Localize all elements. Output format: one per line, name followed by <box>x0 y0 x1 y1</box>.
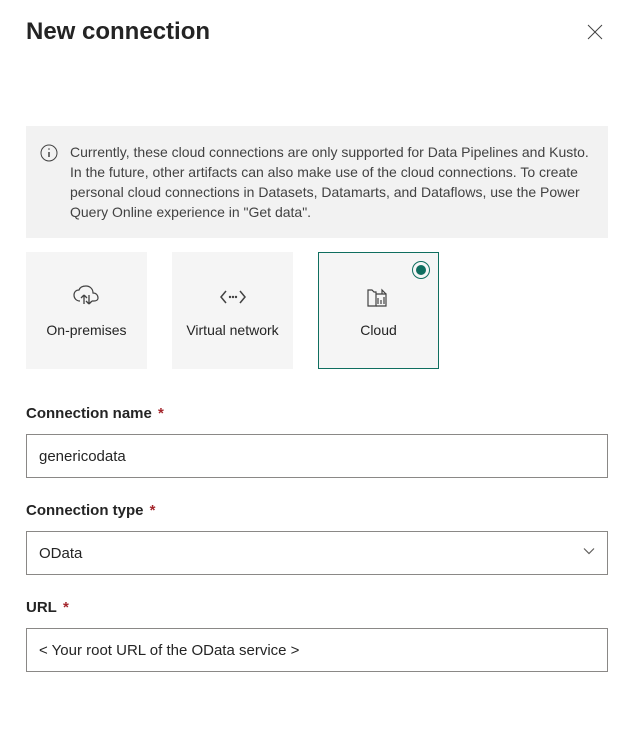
required-indicator: * <box>146 502 156 519</box>
connection-card-cloud[interactable]: Cloud <box>318 252 439 369</box>
connection-card-vnet[interactable]: Virtual network <box>172 252 293 369</box>
network-icon <box>219 283 247 311</box>
info-icon <box>40 144 58 162</box>
url-input[interactable] <box>26 628 608 672</box>
info-banner: Currently, these cloud connections are o… <box>26 126 608 238</box>
card-label: Virtual network <box>186 321 278 339</box>
cloud-sync-icon <box>72 283 102 311</box>
card-label: Cloud <box>360 321 397 339</box>
required-indicator: * <box>154 405 164 422</box>
info-text: Currently, these cloud connections are o… <box>70 142 590 222</box>
connection-name-input[interactable] <box>26 434 608 478</box>
connection-type-select[interactable]: OData <box>26 531 608 575</box>
connection-type-label: Connection type * <box>26 502 608 519</box>
page-title: New connection <box>26 18 210 46</box>
card-label: On-premises <box>46 321 126 339</box>
connection-location-selector: On-premises Virtual network <box>26 252 608 369</box>
url-label: URL * <box>26 599 608 616</box>
cloud-file-icon <box>364 283 394 311</box>
close-button[interactable] <box>582 19 608 45</box>
close-icon <box>586 23 604 41</box>
connection-card-onpremises[interactable]: On-premises <box>26 252 147 369</box>
selected-indicator-icon <box>412 261 430 279</box>
connection-name-label: Connection name * <box>26 405 608 422</box>
required-indicator: * <box>59 599 69 616</box>
